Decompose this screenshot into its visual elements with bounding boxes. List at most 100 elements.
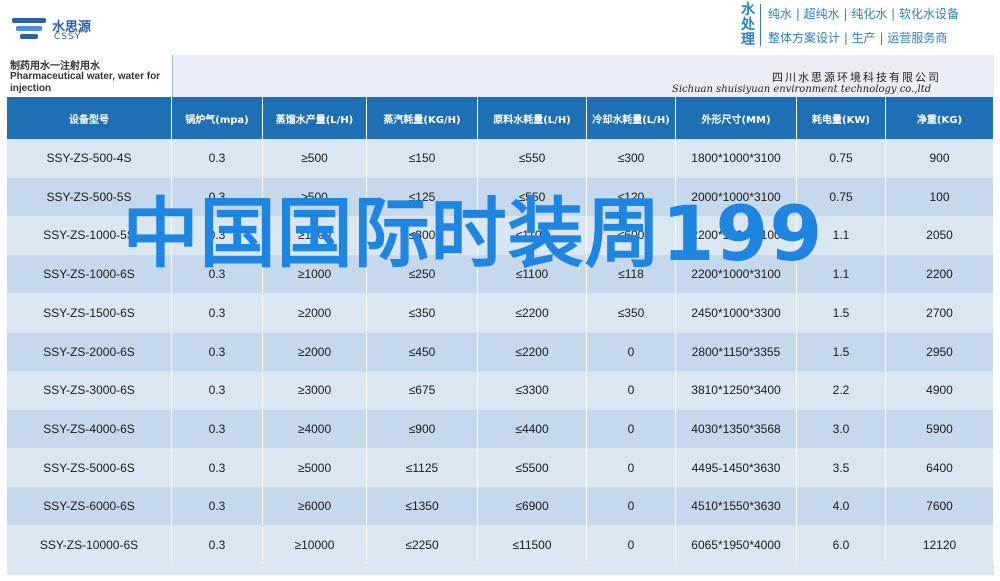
table-cell: ≤1125 <box>367 449 478 487</box>
table-cell: SSY-ZS-6000-6S <box>7 487 172 525</box>
table-cell: 7600 <box>886 487 994 525</box>
table-cell: SSY-ZS-3000-6S <box>7 371 172 409</box>
table-cell: ≤675 <box>367 371 478 409</box>
table-cell: 2200*1000*3100 <box>676 216 797 254</box>
table-cell: 0.3 <box>172 294 263 332</box>
table-cell: 0 <box>587 371 676 409</box>
table-cell: ≤300 <box>367 216 478 254</box>
table-cell: ≤2250 <box>367 526 478 564</box>
table-cell: 2800*1150*3355 <box>676 333 797 371</box>
table-cell: 2200 <box>886 255 994 293</box>
table-cell: 4.0 <box>797 487 886 525</box>
column-header: 外形尺寸(MM) <box>676 97 797 139</box>
table-cell: ≤600 <box>587 216 676 254</box>
table-cell: ≤2200 <box>478 333 587 371</box>
table-cell: 12120 <box>886 526 994 564</box>
table-cell: ≤550 <box>478 178 587 216</box>
table-cell: ≤550 <box>478 139 587 177</box>
table-cell: SSY-ZS-2000-6S <box>7 333 172 371</box>
table-cell: ≤125 <box>367 178 478 216</box>
table-cell: ≤120 <box>587 178 676 216</box>
table-cell: ≥2000 <box>263 333 367 371</box>
table-cell: SSY-ZS-1500-6S <box>7 294 172 332</box>
brand-divider <box>760 4 761 46</box>
table-cell: 0.3 <box>172 526 263 564</box>
table-cell: ≥4000 <box>263 410 367 448</box>
table-cell: 100 <box>886 178 994 216</box>
table-cell: SSY-ZS-500-4S <box>7 139 172 177</box>
table-cell: ≤1100 <box>478 255 587 293</box>
table-cell: SSY-ZS-1000-5S <box>7 216 172 254</box>
table-cell: ≤900 <box>367 410 478 448</box>
table-cell: ≤11500 <box>478 526 587 564</box>
table-cell: 0 <box>587 333 676 371</box>
table-cell: SSY-ZS-5000-6S <box>7 449 172 487</box>
table-cell: 1.5 <box>797 333 886 371</box>
table-cell: 0 <box>587 526 676 564</box>
table-cell: 3.0 <box>797 410 886 448</box>
table-cell: 3810*1250*3400 <box>676 371 797 409</box>
table-cell: ≤1100 <box>478 216 587 254</box>
logo-text-en: CSSY <box>54 32 82 42</box>
table-cell: ≤1350 <box>367 487 478 525</box>
table-cell: 0 <box>587 487 676 525</box>
table-cell: ≤6900 <box>478 487 587 525</box>
table-cell: ≤350 <box>367 294 478 332</box>
table-cell: 4030*1350*3568 <box>676 410 797 448</box>
table-cell: 0.3 <box>172 216 263 254</box>
table-cell: 2050 <box>886 216 994 254</box>
table-cell: 900 <box>886 139 994 177</box>
table-cell: ≤450 <box>367 333 478 371</box>
table-cell: 2.2 <box>797 371 886 409</box>
column-header: 冷却水耗量(L/H) <box>587 97 676 139</box>
table-title-en: Pharmaceutical water, water for injectio… <box>10 71 161 94</box>
table-cell: ≤300 <box>587 139 676 177</box>
table-cell: 2450*1000*3300 <box>676 294 797 332</box>
table-cell: 0.3 <box>172 410 263 448</box>
table-cell: 1.5 <box>797 294 886 332</box>
table-cell: 0.75 <box>797 178 886 216</box>
table-cell: 4510*1550*3630 <box>676 487 797 525</box>
table-cell: 2200*1000*3100 <box>676 255 797 293</box>
page-header: 水思源 CSSY 水处理 纯水 | 超纯水 | 纯化水 | 软化水设备 整体方案… <box>0 0 1000 54</box>
table-cell: ≥2000 <box>263 294 367 332</box>
table-cell: 2700 <box>886 294 994 332</box>
table-cell: 5900 <box>886 410 994 448</box>
table-cell: 0.3 <box>172 139 263 177</box>
brand-tag: 水处理 <box>741 2 755 48</box>
column-header: 锅炉气(mpa) <box>172 97 263 139</box>
table-cell: ≥3000 <box>263 371 367 409</box>
table-cell: 1.1 <box>797 216 886 254</box>
table-cell: ≤250 <box>367 255 478 293</box>
brand-products: 纯水 | 超纯水 | 纯化水 | 软化水设备 <box>768 7 960 21</box>
table-cell: ≤150 <box>367 139 478 177</box>
table-cell: 2950 <box>886 333 994 371</box>
table-cell: 0 <box>587 449 676 487</box>
table-cell: ≤2200 <box>478 294 587 332</box>
table-cell: 0.75 <box>797 139 886 177</box>
table-cell: ≥6000 <box>263 487 367 525</box>
company-name-cn: 四川水思源环境科技有限公司 <box>772 71 941 84</box>
table-cell: SSY-ZS-4000-6S <box>7 410 172 448</box>
table-cell: 6065*1950*4000 <box>676 526 797 564</box>
brand-services: 整体方案设计 | 生产 | 运营服务商 <box>768 31 948 45</box>
table-cell: ≥1000 <box>263 255 367 293</box>
company-logo[interactable]: 水思源 CSSY <box>12 14 132 44</box>
column-header: 蒸汽耗量(KG/H) <box>367 97 478 139</box>
table-cell: ≤118 <box>587 255 676 293</box>
table-cell: 2000*1000*3100 <box>676 178 797 216</box>
column-header: 蒸馏水产量(L/H) <box>263 97 367 139</box>
table-cell: 4900 <box>886 371 994 409</box>
table-cell: 0.3 <box>172 333 263 371</box>
table-cell: 3.5 <box>797 449 886 487</box>
table-cell: 1.1 <box>797 255 886 293</box>
table-cell: ≥500 <box>263 178 367 216</box>
table-cell: ≥500 <box>263 139 367 177</box>
table-cell: 0.3 <box>172 371 263 409</box>
table-cell: SSY-ZS-1000-6S <box>7 255 172 293</box>
table-cell: 0.3 <box>172 178 263 216</box>
table-cell: ≤350 <box>587 294 676 332</box>
table-cell: ≥5000 <box>263 449 367 487</box>
table-cell: ≤3300 <box>478 371 587 409</box>
table-cell: ≤4400 <box>478 410 587 448</box>
